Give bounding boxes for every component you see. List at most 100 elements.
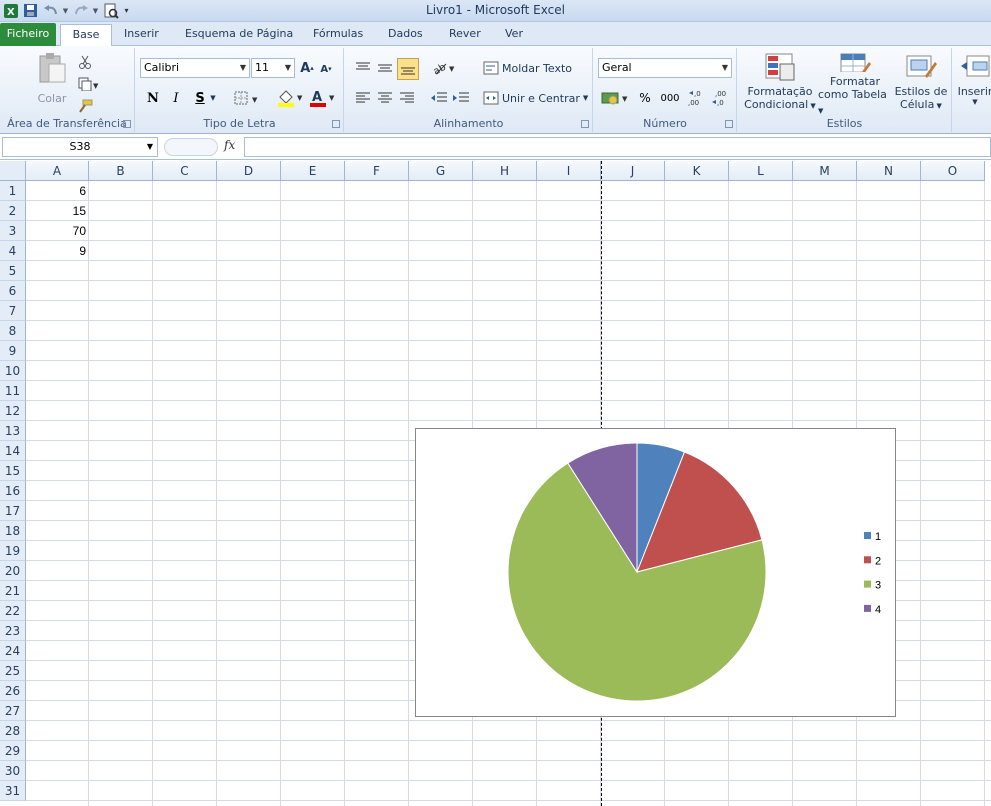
cell-a3[interactable]: 70 — [26, 221, 89, 241]
column-header-a[interactable]: A — [26, 161, 89, 181]
tab-esquema-de-pagina[interactable]: Esquema de Página — [181, 24, 297, 46]
column-header-e[interactable]: E — [281, 161, 345, 181]
tab-rever[interactable]: Rever — [445, 24, 485, 46]
column-header-f[interactable]: F — [345, 161, 409, 181]
cell-a1[interactable]: 6 — [26, 181, 89, 201]
column-header-d[interactable]: D — [217, 161, 281, 181]
align-left-icon[interactable] — [353, 89, 373, 107]
cell-a4[interactable]: 9 — [26, 241, 89, 261]
row-header-28[interactable]: 28 — [0, 721, 26, 741]
wrap-text-button[interactable]: Moldar Texto — [483, 59, 583, 77]
spreadsheet-grid[interactable]: ABCDEFGHIJKLMNO 1 2 3 4 5 6 7 8 9 10 11 12 13 14 15 16 1… — [0, 161, 991, 806]
thousands-button[interactable]: 000 — [658, 89, 682, 107]
decrease-indent-icon[interactable] — [429, 89, 449, 107]
row-header-13[interactable]: 13 — [0, 421, 26, 441]
tab-ver[interactable]: Ver — [501, 24, 527, 46]
currency-icon[interactable]: ▼ — [600, 89, 632, 107]
number-format-select[interactable]: Geral ▼ — [598, 58, 732, 78]
percent-button[interactable]: % — [636, 89, 654, 107]
row-header-3[interactable]: 3 — [0, 221, 26, 241]
align-bottom-icon[interactable] — [397, 58, 419, 80]
number-launcher-icon[interactable] — [725, 120, 733, 128]
column-header-j[interactable]: J — [601, 161, 665, 181]
copy-icon[interactable]: ▼ — [76, 76, 102, 92]
row-header-4[interactable]: 4 — [0, 241, 26, 261]
column-header-l[interactable]: L — [729, 161, 793, 181]
underline-dropdown-icon[interactable]: ▼ — [208, 91, 218, 105]
fill-color-icon[interactable]: ▼ — [276, 88, 306, 108]
row-header-16[interactable]: 16 — [0, 481, 26, 501]
paste-button[interactable]: Colar — [30, 52, 74, 110]
formula-input[interactable] — [244, 137, 991, 157]
tab-dados[interactable]: Dados — [384, 24, 427, 46]
column-header-b[interactable]: B — [89, 161, 153, 181]
insert-function-icon[interactable]: fx — [224, 138, 235, 152]
align-center-icon[interactable] — [375, 89, 395, 107]
tab-base[interactable]: Base — [60, 24, 112, 47]
column-header-h[interactable]: H — [473, 161, 537, 181]
cell-styles-button[interactable]: Estilos de Célula ▼ — [892, 52, 950, 118]
row-header-2[interactable]: 2 — [0, 201, 26, 221]
font-launcher-icon[interactable] — [332, 120, 340, 128]
format-as-table-button[interactable]: Formatar como Tabela ▼ — [818, 52, 892, 118]
font-name-select[interactable]: Calibri ▼ — [140, 58, 250, 78]
row-header-18[interactable]: 18 — [0, 521, 26, 541]
row-header-12[interactable]: 12 — [0, 401, 26, 421]
align-middle-icon[interactable] — [375, 59, 395, 77]
row-header-11[interactable]: 11 — [0, 381, 26, 401]
row-header-9[interactable]: 9 — [0, 341, 26, 361]
row-header-22[interactable]: 22 — [0, 601, 26, 621]
grow-font-icon[interactable]: A ▴ — [298, 59, 316, 77]
increase-indent-icon[interactable] — [451, 89, 471, 107]
row-header-10[interactable]: 10 — [0, 361, 26, 381]
column-header-i[interactable]: I — [537, 161, 601, 181]
row-header-19[interactable]: 19 — [0, 541, 26, 561]
increase-decimal-icon[interactable]: ,0,00 — [686, 88, 708, 108]
tab-formulas[interactable]: Fórmulas — [309, 24, 367, 46]
row-header-30[interactable]: 30 — [0, 761, 26, 781]
shrink-font-icon[interactable]: A ▾ — [318, 61, 334, 77]
row-header-31[interactable]: 31 — [0, 781, 26, 801]
cut-icon[interactable] — [76, 54, 94, 70]
align-right-icon[interactable] — [397, 89, 417, 107]
insert-cells-button[interactable]: Inserir ▼ — [955, 52, 991, 118]
cell-a2[interactable]: 15 — [26, 201, 89, 221]
formula-bar-splitter[interactable] — [164, 138, 218, 156]
row-header-5[interactable]: 5 — [0, 261, 26, 281]
italic-button[interactable]: I — [167, 88, 185, 108]
row-header-21[interactable]: 21 — [0, 581, 26, 601]
conditional-formatting-button[interactable]: Formatação Condicional ▼ — [742, 52, 818, 118]
row-header-7[interactable]: 7 — [0, 301, 26, 321]
row-header-26[interactable]: 26 — [0, 681, 26, 701]
merge-center-button[interactable]: Unir e Centrar ▼ — [483, 89, 589, 107]
alignment-launcher-icon[interactable] — [581, 120, 589, 128]
name-box[interactable]: S38 ▼ — [2, 137, 158, 157]
borders-icon[interactable]: ▼ — [233, 89, 263, 107]
tab-inserir[interactable]: Inserir — [120, 24, 163, 46]
underline-button[interactable]: S — [192, 88, 208, 108]
row-header-27[interactable]: 27 — [0, 701, 26, 721]
row-header-20[interactable]: 20 — [0, 561, 26, 581]
bold-button[interactable]: N — [144, 88, 162, 108]
clipboard-launcher-icon[interactable] — [123, 120, 131, 128]
row-header-8[interactable]: 8 — [0, 321, 26, 341]
row-header-6[interactable]: 6 — [0, 281, 26, 301]
column-header-o[interactable]: O — [921, 161, 985, 181]
row-header-17[interactable]: 17 — [0, 501, 26, 521]
format-painter-icon[interactable] — [76, 98, 94, 114]
decrease-decimal-icon[interactable]: ,00,0 — [709, 88, 731, 108]
row-header-25[interactable]: 25 — [0, 661, 26, 681]
row-header-15[interactable]: 15 — [0, 461, 26, 481]
row-header-23[interactable]: 23 — [0, 621, 26, 641]
column-header-k[interactable]: K — [665, 161, 729, 181]
tab-ficheiro[interactable]: Ficheiro — [0, 23, 56, 46]
row-header-1[interactable]: 1 — [0, 181, 26, 201]
pie-chart[interactable]: 1 2 3 4 — [415, 428, 896, 717]
font-size-select[interactable]: 11 ▼ — [251, 58, 295, 78]
row-header-29[interactable]: 29 — [0, 741, 26, 761]
column-header-c[interactable]: C — [153, 161, 217, 181]
column-header-n[interactable]: N — [857, 161, 921, 181]
row-header-24[interactable]: 24 — [0, 641, 26, 661]
select-all-corner[interactable] — [0, 161, 26, 181]
font-color-icon[interactable]: A ▼ — [308, 88, 338, 108]
